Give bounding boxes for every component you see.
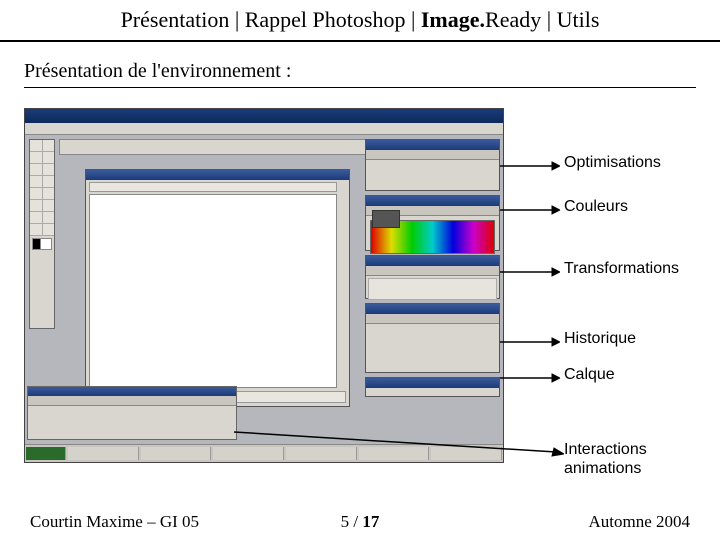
page-sep: / <box>349 512 362 531</box>
animation-panel <box>27 386 237 440</box>
annotation-interactions: Interactions animations <box>564 440 647 478</box>
footer-author: Courtin Maxime – GI 05 <box>30 512 199 532</box>
transform-panel <box>365 255 500 299</box>
annotation-calque: Calque <box>564 366 615 384</box>
breadcrumb-seg3: Ready | Utils <box>485 7 599 33</box>
history-panel <box>365 303 500 373</box>
document-window <box>85 169 350 407</box>
annotation-couleurs: Couleurs <box>564 198 628 216</box>
page-total: 17 <box>362 512 379 531</box>
breadcrumb-seg1: Présentation | Rappel Photoshop | <box>121 7 421 33</box>
app-menu-bar <box>25 123 503 135</box>
footer-page: 5 / 17 <box>341 512 380 532</box>
app-title-bar <box>25 109 503 123</box>
breadcrumb-current: Image. <box>421 7 485 33</box>
layer-panel <box>365 377 500 397</box>
page-current: 5 <box>341 512 350 531</box>
color-panel <box>365 195 500 251</box>
slide-footer: Courtin Maxime – GI 05 5 / 17 Automne 20… <box>0 504 720 540</box>
annotation-optimisations: Optimisations <box>564 154 661 172</box>
breadcrumb-header: Présentation | Rappel Photoshop | Image.… <box>0 0 720 42</box>
annotation-transformations: Transformations <box>564 260 679 278</box>
optimisation-panel <box>365 139 500 191</box>
annotation-interactions-l2: animations <box>564 459 647 478</box>
canvas-area <box>89 194 337 388</box>
toolbox-panel <box>29 139 55 329</box>
annotation-historique: Historique <box>564 330 636 348</box>
section-title: Présentation de l'environnement : <box>24 60 696 88</box>
annotation-interactions-l1: Interactions <box>564 440 647 459</box>
imageready-screenshot <box>24 108 504 463</box>
footer-term: Automne 2004 <box>588 512 690 532</box>
content-stage: Optimisations Couleurs Transformations H… <box>24 108 696 478</box>
